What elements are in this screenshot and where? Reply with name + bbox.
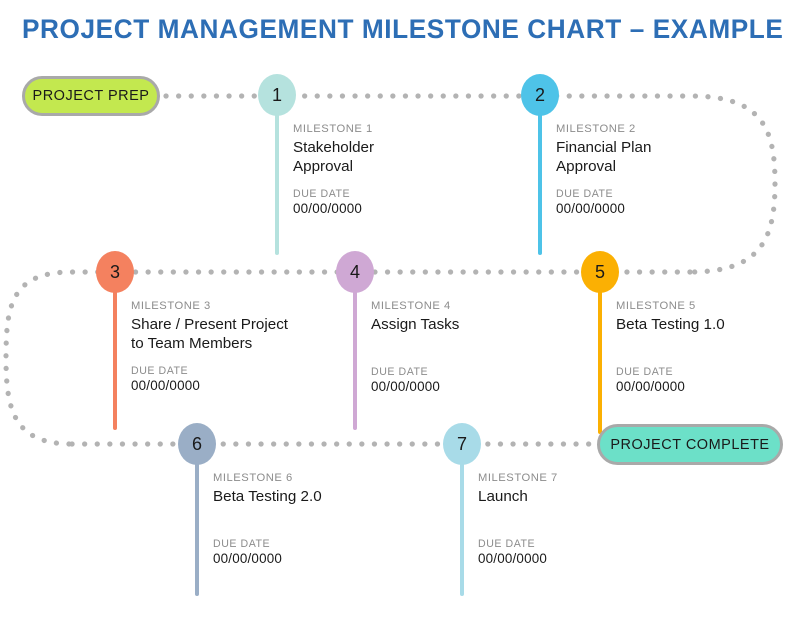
milestone-label-4: MILESTONE 4: [371, 300, 451, 312]
page-title: PROJECT MANAGEMENT MILESTONE CHART – EXA…: [22, 14, 784, 44]
milestone-name-7: Launch: [478, 487, 678, 506]
milestone-chart: PROJECT MANAGEMENT MILESTONE CHART – EXA…: [0, 0, 804, 623]
milestone-number-6: 6: [191, 434, 202, 454]
project-prep-label: PROJECT PREP: [32, 88, 150, 104]
milestone-name-line1-1: Stakeholder: [293, 139, 375, 156]
milestone-due-label-3: DUE DATE: [131, 364, 189, 377]
milestone-stem-2: [538, 107, 542, 255]
milestone-number-1: 1: [271, 85, 282, 105]
milestone-name-6: Beta Testing 2.0: [213, 487, 413, 506]
milestone-body-7: MILESTONE 7 Launch DUE DATE 00/00/0000: [478, 472, 678, 566]
project-complete-pill[interactable]: PROJECT COMPLETE: [597, 424, 783, 465]
milestone-name-line1-4: Assign Tasks: [371, 316, 460, 333]
milestone-stem-1: [275, 107, 279, 255]
project-prep-pill[interactable]: PROJECT PREP: [22, 76, 160, 116]
milestone-badge-2[interactable]: 2: [521, 74, 559, 116]
milestone-number-7: 7: [456, 434, 467, 454]
milestone-stem-4: [353, 284, 357, 430]
milestone-name-line1-3: Share / Present Project: [131, 316, 289, 333]
milestone-stem-3: [113, 284, 117, 430]
milestone-label-1: MILESTONE 1: [293, 123, 373, 135]
milestone-name-2: Financial Plan Approval: [556, 138, 786, 177]
milestone-body-5: MILESTONE 5 Beta Testing 1.0 DUE DATE 00…: [616, 300, 804, 394]
milestone-due-label-1: DUE DATE: [293, 187, 351, 200]
milestone-due-date-5: 00/00/0000: [616, 379, 686, 395]
milestone-number-3: 3: [109, 262, 120, 282]
milestone-label-3: MILESTONE 3: [131, 300, 211, 312]
milestone-label-2: MILESTONE 2: [556, 123, 636, 135]
milestone-badge-5[interactable]: 5: [581, 251, 619, 293]
milestone-name-line1-2: Financial Plan: [556, 139, 652, 156]
milestone-number-4: 4: [349, 262, 360, 282]
milestone-label-6: MILESTONE 6: [213, 472, 293, 484]
milestone-due-date-6: 00/00/0000: [213, 551, 283, 567]
project-complete-label: PROJECT COMPLETE: [610, 436, 770, 453]
milestone-due-date-1: 00/00/0000: [293, 200, 363, 216]
milestone-stem-7: [460, 456, 464, 596]
milestone-due-date-2: 00/00/0000: [556, 200, 626, 216]
milestone-badge-7[interactable]: 7: [443, 423, 481, 465]
milestone-body-4: MILESTONE 4 Assign Tasks DUE DATE 00/00/…: [371, 300, 601, 394]
milestone-stem-5: [598, 284, 602, 434]
milestone-badge-4[interactable]: 4: [336, 251, 374, 293]
milestone-name-3: Share / Present Project to Team Members: [131, 315, 376, 354]
milestone-due-label-2: DUE DATE: [556, 187, 614, 200]
milestone-body-6: MILESTONE 6 Beta Testing 2.0 DUE DATE 00…: [213, 472, 413, 566]
milestone-badge-3[interactable]: 3: [96, 251, 134, 293]
milestone-name-4: Assign Tasks: [371, 315, 601, 334]
milestone-label-5: MILESTONE 5: [616, 300, 696, 312]
milestone-due-date-4: 00/00/0000: [371, 379, 441, 395]
milestone-name-line1-5: Beta Testing 1.0: [616, 316, 725, 333]
milestone-badge-6[interactable]: 6: [178, 423, 216, 465]
milestone-due-date-3: 00/00/0000: [131, 377, 201, 393]
milestone-name-1: Stakeholder Approval: [293, 138, 523, 177]
milestone-body-2: MILESTONE 2 Financial Plan Approval DUE …: [556, 123, 786, 216]
milestone-due-label-6: DUE DATE: [213, 538, 271, 551]
milestone-due-label-4: DUE DATE: [371, 366, 429, 379]
milestone-due-label-7: DUE DATE: [478, 538, 536, 551]
milestone-badge-1[interactable]: 1: [258, 74, 296, 116]
milestone-name-line2-2: Approval: [556, 158, 616, 176]
milestone-number-2: 2: [534, 85, 545, 105]
milestone-name-5: Beta Testing 1.0: [616, 315, 804, 334]
milestone-name-line2-3: to Team Members: [131, 335, 253, 353]
milestone-due-date-7: 00/00/0000: [478, 551, 548, 567]
milestone-label-7: MILESTONE 7: [478, 472, 558, 484]
milestone-due-label-5: DUE DATE: [616, 366, 674, 379]
milestone-stem-6: [195, 456, 199, 596]
milestone-name-line1-7: Launch: [478, 488, 528, 505]
milestone-name-line2-1: Approval: [293, 158, 353, 176]
milestone-number-5: 5: [594, 262, 605, 282]
milestone-name-line1-6: Beta Testing 2.0: [213, 488, 322, 505]
milestone-body-1: MILESTONE 1 Stakeholder Approval DUE DAT…: [293, 123, 523, 216]
milestone-body-3: MILESTONE 3 Share / Present Project to T…: [131, 300, 376, 393]
